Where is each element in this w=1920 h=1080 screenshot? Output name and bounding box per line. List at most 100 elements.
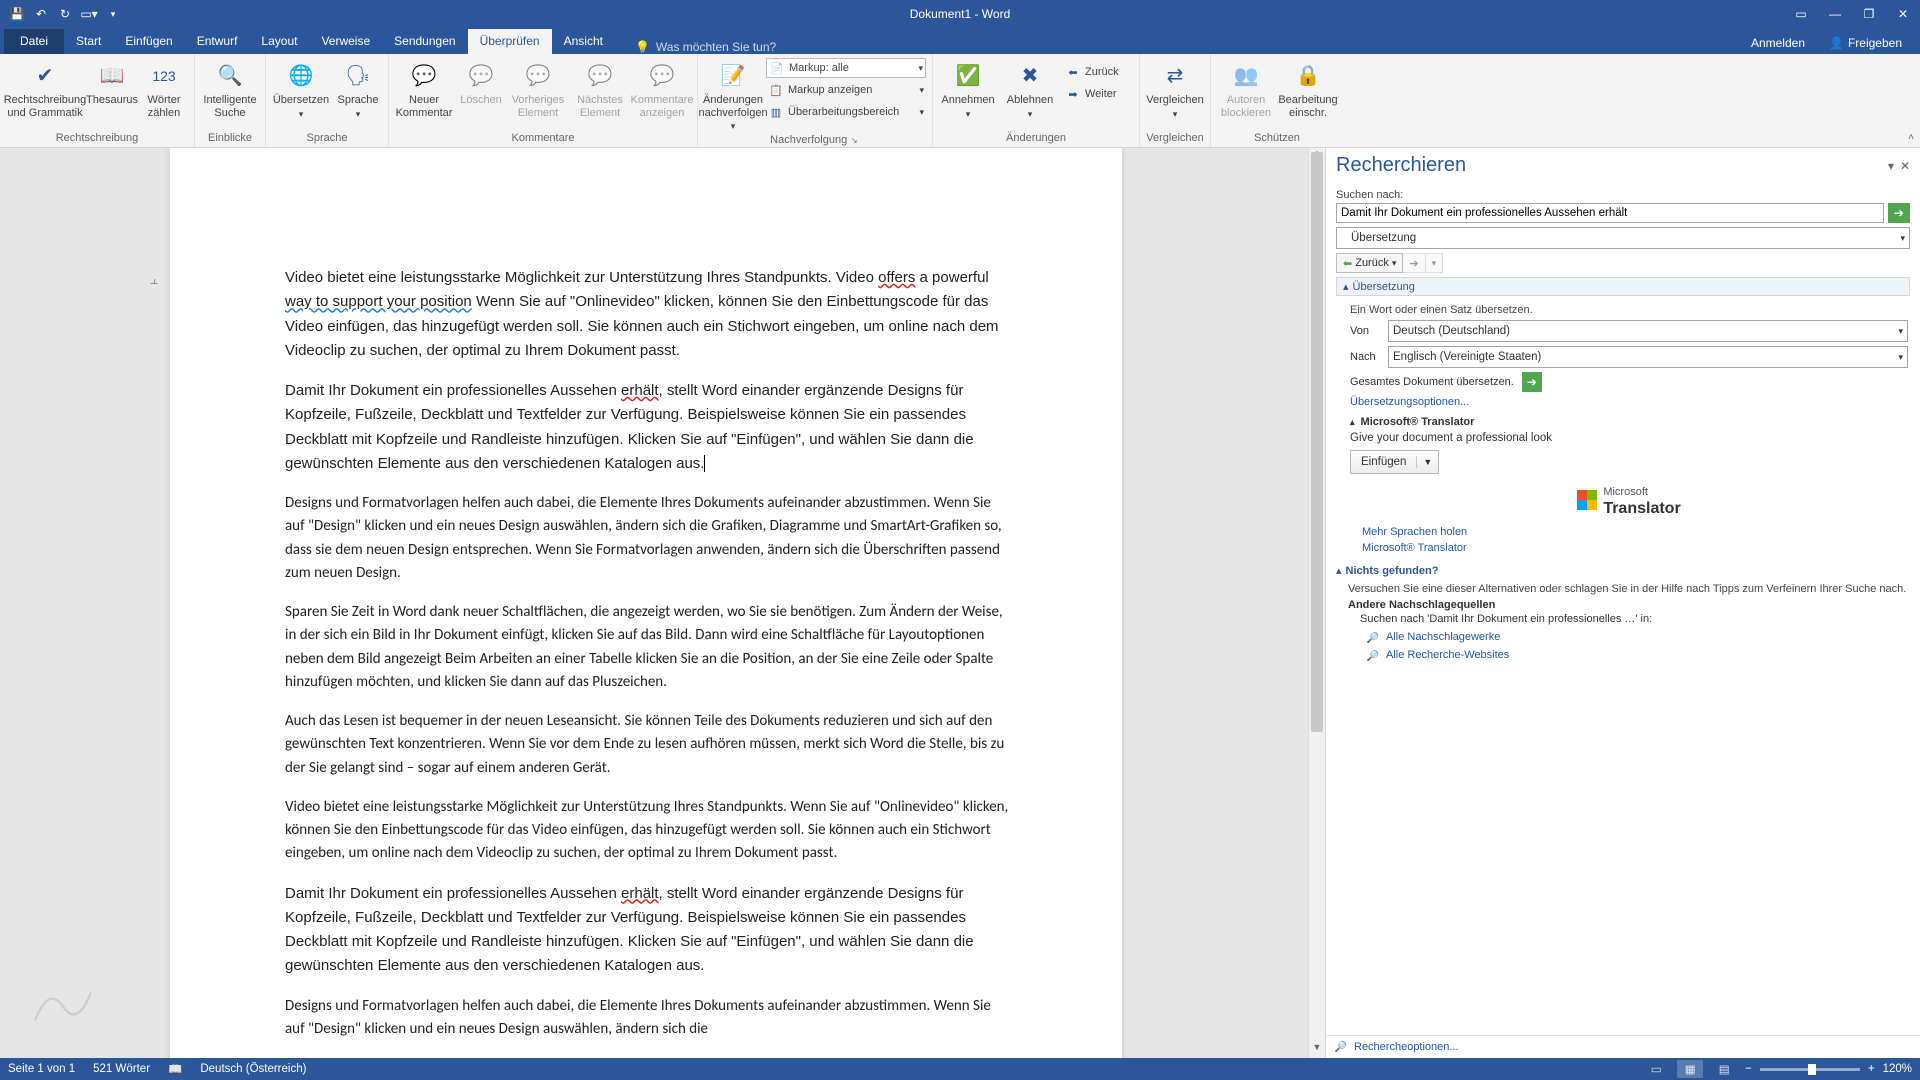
tab-start[interactable]: Start bbox=[64, 29, 113, 54]
view-web-icon[interactable]: ▤ bbox=[1711, 1060, 1737, 1078]
undo-icon[interactable]: ↶ bbox=[30, 3, 52, 25]
reject-button[interactable]: ✖Ablehnen▾ bbox=[1001, 58, 1059, 119]
from-label: Von bbox=[1350, 325, 1378, 337]
compare-button[interactable]: ⇄Vergleichen▾ bbox=[1146, 58, 1204, 119]
translator-header[interactable]: ▴Microsoft® Translator bbox=[1350, 416, 1908, 428]
group-label: Einblicke bbox=[201, 130, 259, 147]
nav-forward-menu[interactable]: ▾ bbox=[1426, 253, 1444, 273]
word-count-button[interactable]: 123Wörter zählen bbox=[140, 58, 188, 119]
spellcheck-button[interactable]: ✔Rechtschreibung und Grammatik bbox=[6, 58, 84, 119]
show-markup-button[interactable]: 📋Markup anzeigen▾ bbox=[766, 80, 926, 100]
vertical-scrollbar[interactable]: ▲ ▼ bbox=[1308, 148, 1325, 1058]
collapse-ribbon-icon[interactable]: ˄ bbox=[1908, 132, 1914, 143]
view-print-icon[interactable]: ▦ bbox=[1677, 1060, 1703, 1078]
tab-datei[interactable]: Datei bbox=[4, 29, 64, 54]
service-combo[interactable]: Übersetzung▾ bbox=[1336, 227, 1910, 249]
translator-logo: MicrosoftTranslator bbox=[1350, 474, 1908, 526]
reviewing-pane-button[interactable]: ▥Überarbeitungsbereich▾ bbox=[766, 102, 926, 122]
status-words[interactable]: 521 Wörter bbox=[93, 1063, 150, 1075]
status-page[interactable]: Seite 1 von 1 bbox=[8, 1063, 75, 1075]
translation-options-link[interactable]: Übersetzungsoptionen... bbox=[1350, 396, 1908, 408]
zoom-out-button[interactable]: − bbox=[1745, 1063, 1752, 1075]
paragraph[interactable]: Damit Ihr Dokument ein professionelles A… bbox=[285, 882, 1012, 979]
thesaurus-button[interactable]: 📖Thesaurus bbox=[88, 58, 136, 107]
paragraph[interactable]: Sparen Sie Zeit in Word dank neuer Schal… bbox=[285, 601, 1012, 694]
tab-verweise[interactable]: Verweise bbox=[309, 29, 382, 54]
tab-ueberpruefen[interactable]: Überprüfen bbox=[468, 29, 552, 54]
document-page[interactable]: Video bietet eine leistungsstarke Möglic… bbox=[170, 148, 1122, 1058]
restrict-editing-button[interactable]: 🔒Bearbeitung einschr. bbox=[1279, 58, 1337, 119]
from-language-combo[interactable]: Deutsch (Deutschland)▾ bbox=[1388, 320, 1908, 342]
window-title: Dokument1 - Word bbox=[910, 7, 1010, 21]
translate-button[interactable]: 🌐Übersetzen▾ bbox=[272, 58, 330, 119]
paragraph[interactable]: Video bietet eine leistungsstarke Möglic… bbox=[285, 796, 1012, 866]
zoom-in-button[interactable]: + bbox=[1868, 1063, 1875, 1075]
view-read-icon[interactable]: ▭ bbox=[1643, 1060, 1669, 1078]
zoom-slider[interactable] bbox=[1760, 1068, 1860, 1071]
ribbon-display-icon[interactable]: ▭ bbox=[1784, 0, 1818, 28]
to-language-combo[interactable]: Englisch (Vereinigte Staaten)▾ bbox=[1388, 346, 1908, 368]
title-bar: 💾 ↶ ↻ ▭▾ ▾ Dokument1 - Word ▭ — ❐ ✕ bbox=[0, 0, 1920, 28]
block-authors-button[interactable]: 👥Autoren blockieren bbox=[1217, 58, 1275, 119]
paragraph[interactable]: Auch das Lesen ist bequemer in der neuen… bbox=[285, 710, 1012, 780]
accept-button[interactable]: ✅Annehmen▾ bbox=[939, 58, 997, 119]
ms-translator-link[interactable]: Microsoft® Translator bbox=[1362, 542, 1908, 554]
search-input[interactable] bbox=[1336, 203, 1884, 223]
delete-comment-button[interactable]: 💬Löschen bbox=[457, 58, 505, 107]
markup-combo[interactable]: 📄Markup: alle▾ bbox=[766, 58, 926, 78]
qat-customize-icon[interactable]: ▾ bbox=[102, 3, 124, 25]
search-go-button[interactable]: ➔ bbox=[1888, 203, 1910, 223]
status-language[interactable]: Deutsch (Österreich) bbox=[200, 1063, 306, 1075]
scroll-down-icon[interactable]: ▼ bbox=[1309, 1042, 1325, 1058]
close-icon[interactable]: ✕ bbox=[1886, 0, 1920, 28]
tab-entwurf[interactable]: Entwurf bbox=[185, 29, 250, 54]
group-einblicke: 🔍Intelligente Suche Einblicke bbox=[195, 54, 266, 147]
smart-lookup-button[interactable]: 🔍Intelligente Suche bbox=[201, 58, 259, 119]
section-notfound[interactable]: ▴Nichts gefunden? bbox=[1336, 562, 1910, 579]
track-changes-button[interactable]: 📝Änderungen nachverfolgen▾ bbox=[704, 58, 762, 132]
more-languages-link[interactable]: Mehr Sprachen holen bbox=[1362, 526, 1908, 538]
section-translation[interactable]: ▴Übersetzung bbox=[1336, 277, 1910, 296]
pane-options-icon[interactable]: ▾ bbox=[1888, 159, 1894, 173]
repeat-icon[interactable]: ↻ bbox=[54, 3, 76, 25]
zoom-level[interactable]: 120% bbox=[1883, 1063, 1912, 1075]
tab-sendungen[interactable]: Sendungen bbox=[382, 29, 467, 54]
restore-icon[interactable]: ❐ bbox=[1852, 0, 1886, 28]
changes-prev-button[interactable]: ⬅Zurück bbox=[1063, 62, 1133, 82]
research-options-link[interactable]: 🔎 Rechercheoptionen... bbox=[1326, 1035, 1920, 1058]
nav-back-button[interactable]: ⬅Zurück▾ bbox=[1336, 253, 1403, 273]
insert-translation-button[interactable]: Einfügen ▼ bbox=[1350, 450, 1439, 474]
touch-mode-icon[interactable]: ▭▾ bbox=[78, 3, 100, 25]
tab-layout[interactable]: Layout bbox=[249, 29, 309, 54]
scroll-thumb[interactable] bbox=[1311, 152, 1323, 732]
share-button[interactable]: 👤Freigeben bbox=[1821, 32, 1910, 54]
pane-close-icon[interactable]: ✕ bbox=[1900, 159, 1910, 173]
dialog-launcher-icon[interactable]: ↘ bbox=[850, 135, 860, 145]
new-comment-button[interactable]: 💬Neuer Kommentar bbox=[395, 58, 453, 119]
language-button[interactable]: 🗣Sprache▾ bbox=[334, 58, 382, 119]
compare-icon: ⇄ bbox=[1159, 60, 1191, 92]
chevron-down-icon[interactable]: ▼ bbox=[1417, 457, 1438, 467]
paragraph[interactable]: Designs und Formatvorlagen helfen auch d… bbox=[285, 492, 1012, 585]
show-comments-button[interactable]: 💬Kommentare anzeigen bbox=[633, 58, 691, 119]
arrow-right-icon: ➡ bbox=[1065, 88, 1081, 101]
nav-forward-button[interactable]: ➔ bbox=[1403, 253, 1425, 273]
sign-in-button[interactable]: Anmelden bbox=[1743, 32, 1813, 54]
globe-icon: 🗣 bbox=[342, 60, 374, 92]
paragraph[interactable]: Designs und Formatvorlagen helfen auch d… bbox=[285, 995, 1012, 1042]
document-area: ⫠ Video bietet eine leistungsstarke Mögl… bbox=[0, 148, 1325, 1058]
changes-next-button[interactable]: ➡Weiter bbox=[1063, 84, 1133, 104]
tab-ansicht[interactable]: Ansicht bbox=[552, 29, 615, 54]
minimize-icon[interactable]: — bbox=[1818, 0, 1852, 28]
prev-comment-button[interactable]: 💬Vorheriges Element bbox=[509, 58, 567, 119]
status-proofing-icon[interactable]: 📖 bbox=[168, 1062, 182, 1076]
next-comment-button[interactable]: 💬Nächstes Element bbox=[571, 58, 629, 119]
tab-einfuegen[interactable]: Einfügen bbox=[113, 29, 184, 54]
all-sites-link[interactable]: 🔎Alle Recherche-Websites bbox=[1366, 649, 1910, 663]
paragraph[interactable]: Damit Ihr Dokument ein professionelles A… bbox=[285, 379, 1012, 476]
all-reference-link[interactable]: 🔎Alle Nachschlagewerke bbox=[1366, 631, 1910, 645]
save-icon[interactable]: 💾 bbox=[6, 3, 28, 25]
translate-doc-button[interactable]: ➔ bbox=[1522, 372, 1542, 392]
tell-me-search[interactable]: 💡 Was möchten Sie tun? bbox=[635, 40, 875, 54]
paragraph[interactable]: Video bietet eine leistungsstarke Möglic… bbox=[285, 266, 1012, 363]
